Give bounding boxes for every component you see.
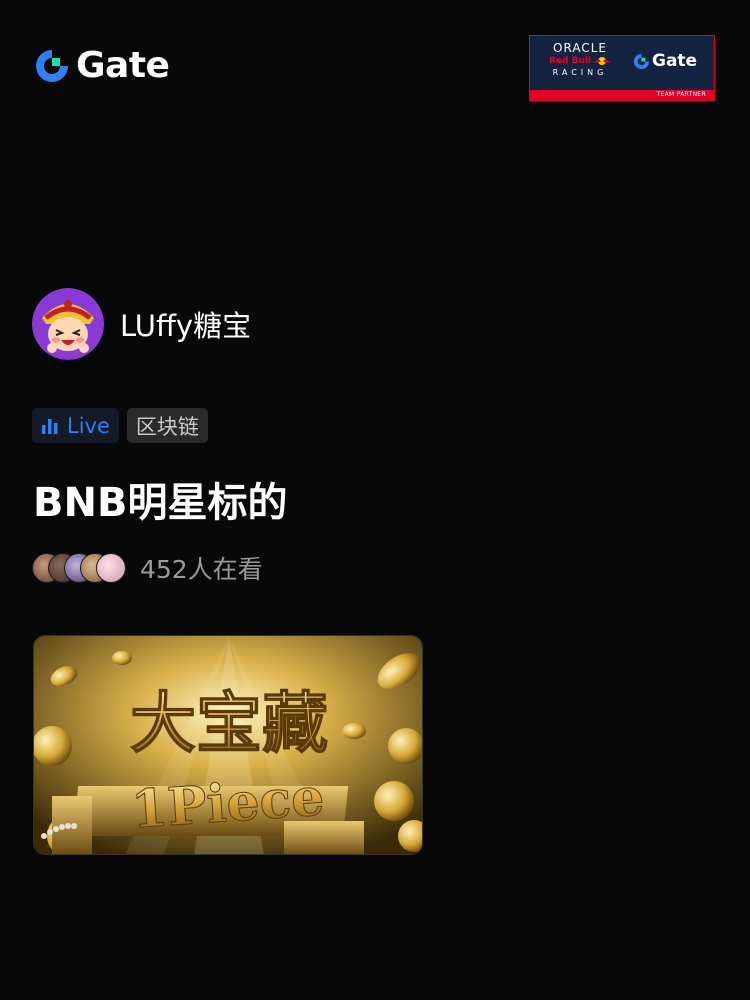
cover-image: 大宝藏 1Piece bbox=[34, 636, 422, 854]
partner-strip: TEAM PARTNER bbox=[530, 90, 714, 100]
partner-line-2: Red Bull bbox=[548, 56, 592, 66]
viewer-avatars bbox=[32, 553, 126, 583]
team-partner-badge: ORACLE Red Bull RACING Gate TEAM PARTNER bbox=[529, 35, 715, 101]
viewer-count: 452人在看 bbox=[140, 555, 263, 584]
category-label: 区块链 bbox=[135, 414, 199, 439]
partner-brand: Gate bbox=[652, 51, 698, 71]
gate-logo-icon bbox=[36, 50, 68, 82]
avatar[interactable] bbox=[32, 288, 104, 360]
viewer-info: 452人在看 bbox=[32, 550, 263, 586]
stream-title: BNB明星标的 bbox=[33, 480, 288, 526]
red-bull-icon bbox=[593, 57, 612, 65]
partner-line-3: RACING bbox=[552, 68, 608, 77]
streamer-info[interactable]: LUffy糖宝 bbox=[32, 288, 251, 360]
avatar bbox=[96, 553, 126, 583]
cartoon-avatar-icon bbox=[32, 288, 104, 360]
category-tag[interactable]: 区块链 bbox=[126, 408, 208, 443]
live-label: Live bbox=[67, 413, 110, 438]
stream-tags: Live 区块链 bbox=[32, 408, 208, 443]
gate-logo-icon bbox=[633, 53, 650, 69]
streamer-name[interactable]: LUffy糖宝 bbox=[120, 303, 251, 345]
oracle-redbull-logo: ORACLE Red Bull RACING bbox=[538, 42, 622, 78]
brand-name: Gate bbox=[76, 45, 170, 86]
partner-line-1: ORACLE bbox=[553, 41, 607, 55]
gate-logo[interactable]: Gate bbox=[34, 45, 170, 86]
stream-cover[interactable]: 大宝藏 1Piece bbox=[33, 635, 423, 855]
live-bars-icon bbox=[42, 418, 58, 434]
cover-headline: 大宝藏 bbox=[130, 684, 328, 762]
live-badge: Live bbox=[32, 408, 119, 443]
